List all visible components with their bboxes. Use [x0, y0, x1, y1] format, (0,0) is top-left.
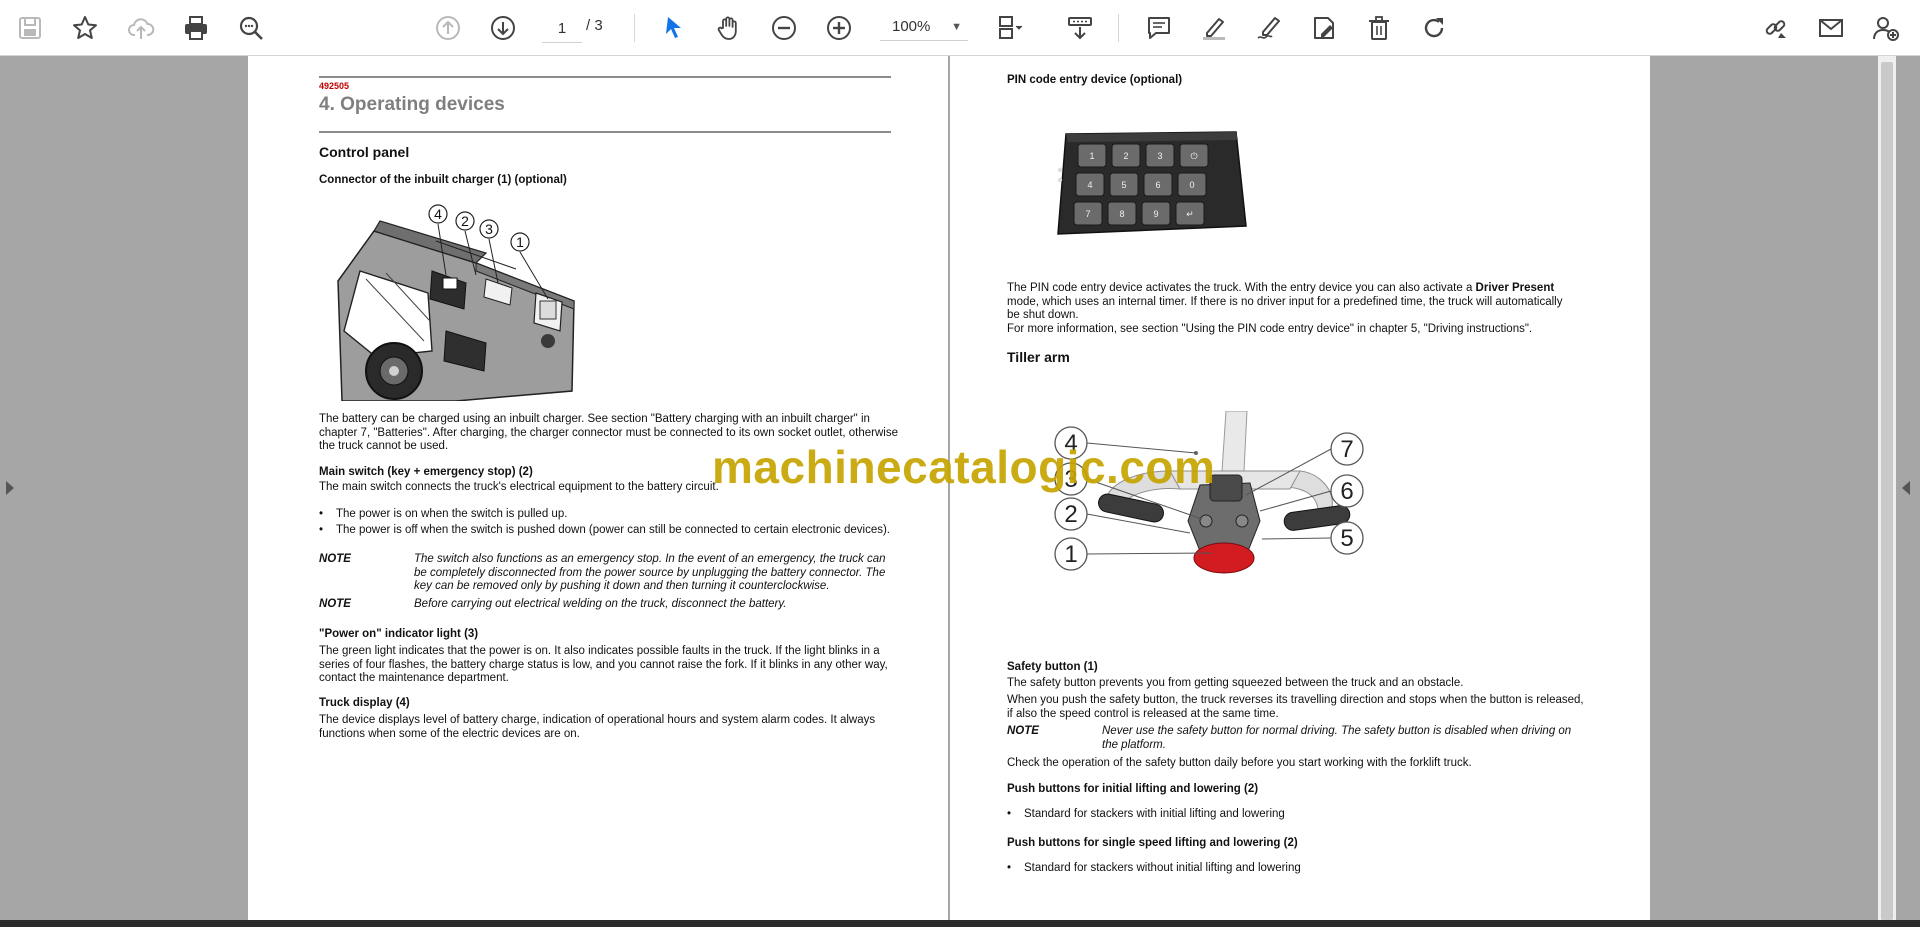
print-icon[interactable] — [180, 12, 212, 44]
right-panel-toggle-icon[interactable] — [1898, 478, 1914, 498]
save-icon[interactable] — [14, 12, 46, 44]
zoom-search-icon[interactable] — [235, 12, 267, 44]
callout-3: 3 — [485, 221, 493, 237]
note-welding: Before carrying out electrical welding o… — [414, 598, 787, 610]
add-user-icon[interactable] — [1870, 12, 1902, 44]
share-link-icon[interactable] — [1760, 12, 1792, 44]
comment-icon[interactable] — [1143, 12, 1175, 44]
connector-heading: Connector of the inbuilt charger (1) (op… — [319, 174, 567, 186]
main-switch-text: The main switch connects the truck's ele… — [319, 481, 719, 493]
draw-signature-icon[interactable] — [1253, 12, 1285, 44]
delete-trash-icon[interactable] — [1363, 12, 1395, 44]
safety-text-2: When you push the safety button, the tru… — [1007, 694, 1584, 720]
bookmark-star-icon[interactable] — [69, 12, 101, 44]
initial-lifting-heading: Push buttons for initial lifting and low… — [1007, 783, 1259, 795]
callout-2: 2 — [461, 213, 469, 229]
note-label-1: NOTE — [319, 553, 351, 565]
rotate-icon[interactable] — [1418, 12, 1450, 44]
next-page-icon[interactable] — [487, 12, 519, 44]
highlight-pen-icon[interactable] — [1198, 12, 1230, 44]
main-switch-heading: Main switch (key + emergency stop) (2) — [319, 466, 533, 478]
truck-display-paragraph: The device displays level of battery cha… — [319, 714, 876, 740]
page-total: / 3 — [586, 17, 603, 34]
scrollbar-thumb[interactable] — [1881, 62, 1893, 920]
previous-page-icon[interactable] — [432, 12, 464, 44]
callout-1: 1 — [516, 234, 524, 250]
zoom-select[interactable]: 100% ▼ — [880, 14, 968, 41]
keypad-key-label: 2 — [1123, 151, 1128, 161]
single-speed-heading: Push buttons for single speed lifting an… — [1007, 837, 1298, 849]
callout-4: 4 — [434, 206, 442, 222]
keypad-key-label: 6 — [1155, 180, 1160, 190]
scroll-mode-icon[interactable] — [1064, 12, 1096, 44]
keypad-key-label: 7 — [1085, 209, 1090, 219]
cloud-upload-icon[interactable] — [125, 12, 157, 44]
safety-note-label: NOTE — [1007, 725, 1039, 737]
section-title: Control panel — [319, 144, 410, 160]
tiller-callout-6: 6 — [1340, 478, 1353, 505]
safety-button-heading: Safety button (1) — [1007, 661, 1098, 673]
keypad-key-label: ↵ — [1186, 209, 1194, 219]
chapter-rule — [319, 131, 891, 133]
email-icon[interactable] — [1815, 12, 1847, 44]
bullet-power-off: The power is off when the switch is push… — [319, 524, 890, 538]
doc-number: 492505 — [319, 81, 350, 91]
safety-check-text: Check the operation of the safety button… — [1007, 757, 1472, 769]
single-speed-bullet: Standard for stackers without initial li… — [1007, 862, 1301, 876]
keypad-key-label: ⏻ — [1190, 151, 1197, 161]
safety-text-1: The safety button prevents you from gett… — [1007, 677, 1464, 689]
keypad-key-label: 5 — [1121, 180, 1126, 190]
keypad-key-label: 1 — [1089, 151, 1094, 161]
tiller-callout-5: 5 — [1340, 525, 1353, 552]
power-on-paragraph: The green light indicates that the power… — [319, 645, 888, 684]
truck-display-heading: Truck display (4) — [319, 697, 410, 709]
tiller-callout-1: 1 — [1064, 541, 1077, 568]
power-on-heading: "Power on" indicator light (3) — [319, 628, 479, 640]
tiller-callout-2: 2 — [1064, 501, 1077, 528]
control-panel-illustration: 4 2 3 1 — [336, 201, 606, 401]
note-emergency-stop: The switch also functions as an emergenc… — [414, 553, 886, 592]
zoom-out-icon[interactable] — [768, 12, 800, 44]
page-display-icon[interactable] — [994, 12, 1026, 44]
keypad-key-label: 8 — [1119, 209, 1124, 219]
top-rule — [319, 76, 891, 78]
edit-text-icon[interactable] — [1308, 12, 1340, 44]
bullet-power-on: The power is on when the switch is pulle… — [319, 508, 567, 522]
note-label-2: NOTE — [319, 598, 351, 610]
pin-keypad-illustration: 1 2 3 ⏻ 4 5 6 0 7 8 9 ↵ — [1057, 131, 1247, 235]
chapter-title: 4. Operating devices — [319, 94, 505, 115]
keypad-key-label: 0 — [1189, 180, 1194, 190]
tiller-arm-title: Tiller arm — [1007, 349, 1070, 365]
tiller-callout-7: 7 — [1340, 436, 1353, 463]
pin-paragraph: The PIN code entry device activates the … — [1007, 282, 1563, 335]
page-number-input[interactable] — [542, 14, 582, 43]
pin-heading: PIN code entry device (optional) — [1007, 74, 1183, 86]
watermark-text: machinecatalogic.com — [712, 441, 1216, 493]
safety-note: Never use the safety button for normal d… — [1102, 725, 1572, 751]
initial-lifting-bullet: Standard for stackers with initial lifti… — [1007, 808, 1285, 822]
keypad-key-label: 9 — [1153, 209, 1158, 219]
zoom-in-icon[interactable] — [823, 12, 855, 44]
select-cursor-icon[interactable] — [658, 12, 690, 44]
toolbar: / 3 100% ▼ — [0, 0, 1920, 56]
keypad-key-label: 3 — [1157, 151, 1162, 161]
hand-tool-icon[interactable] — [713, 12, 745, 44]
chevron-down-icon: ▼ — [951, 21, 962, 33]
left-panel-toggle-icon[interactable] — [2, 478, 18, 498]
keypad-key-label: 4 — [1087, 180, 1092, 190]
zoom-value: 100% — [892, 18, 931, 35]
bottom-edge — [0, 920, 1920, 927]
